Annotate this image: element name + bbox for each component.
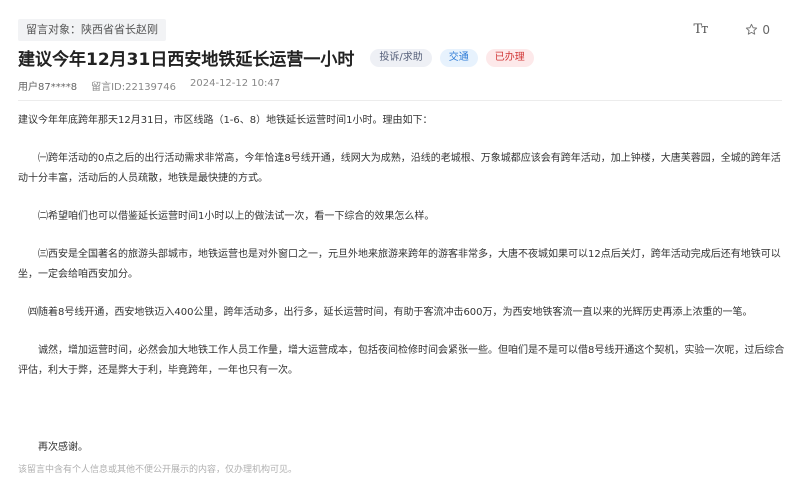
- privacy-footnote: 该留言中含有个人信息或其他不便公开展示的内容，仅办理机构可见。: [18, 465, 298, 475]
- page-title: 建议今年12月31日西安地铁延长运营一小时: [18, 50, 355, 70]
- paragraph-conclusion: 诚然，增加运营时间，必然会加大地铁工作人员工作量，增大运营成本，包括夜间检修时间…: [18, 345, 785, 376]
- tag-category: 交通: [439, 48, 478, 67]
- font-size-icon[interactable]: Tт: [693, 22, 708, 37]
- divider: [18, 100, 782, 101]
- title-row: 建议今年12月31日西安地铁延长运营一小时 投诉/求助 交通 已办理: [18, 45, 534, 70]
- paragraph-intro: 建议今年年底跨年那天12月31日，市区线路（1-6、8）地铁延长运营时间1小时。…: [18, 115, 433, 126]
- status-badge: 已办理: [485, 48, 534, 67]
- paragraph-reason-3: ㈢西安是全国著名的旅游头部城市，地铁运营也是对外窗口之一，元旦外地来旅游来跨年的…: [18, 249, 781, 280]
- favorite-button[interactable]: 0: [745, 23, 770, 37]
- tag-group: 投诉/求助 交通 已办理: [370, 48, 534, 67]
- user-name: 用户87****8: [18, 82, 78, 93]
- paragraph-reason-2: ㈡希望咱们也可以借鉴延长运营时间1小时以上的做法试一次，看一下综合的效果怎么样。: [18, 211, 435, 222]
- paragraph-reason-4: ㈣随着8号线开通，西安地铁迈入400公里，跨年活动多，出行多，延长运营时间，有助…: [18, 307, 753, 318]
- favorite-count: 0: [762, 22, 770, 37]
- message-target-label: 留言对象：陕西省省长赵刚: [18, 19, 166, 41]
- tag-type: 投诉/求助: [370, 48, 432, 67]
- top-tools: Tт 0: [693, 22, 770, 37]
- star-icon: [745, 23, 758, 36]
- paragraph-reason-1: ㈠跨年活动的0点之后的出行活动需求非常高，今年恰逢8号线开通，线网大为成熟，沿线…: [18, 153, 781, 184]
- paragraph-thanks: 再次感谢。: [18, 442, 88, 453]
- post-meta: 用户87****8 留言ID:22139746 2024-12-12 10:47: [18, 78, 280, 93]
- post-time: 2024-12-12 10:47: [190, 78, 281, 89]
- message-id: 留言ID:22139746: [91, 82, 177, 93]
